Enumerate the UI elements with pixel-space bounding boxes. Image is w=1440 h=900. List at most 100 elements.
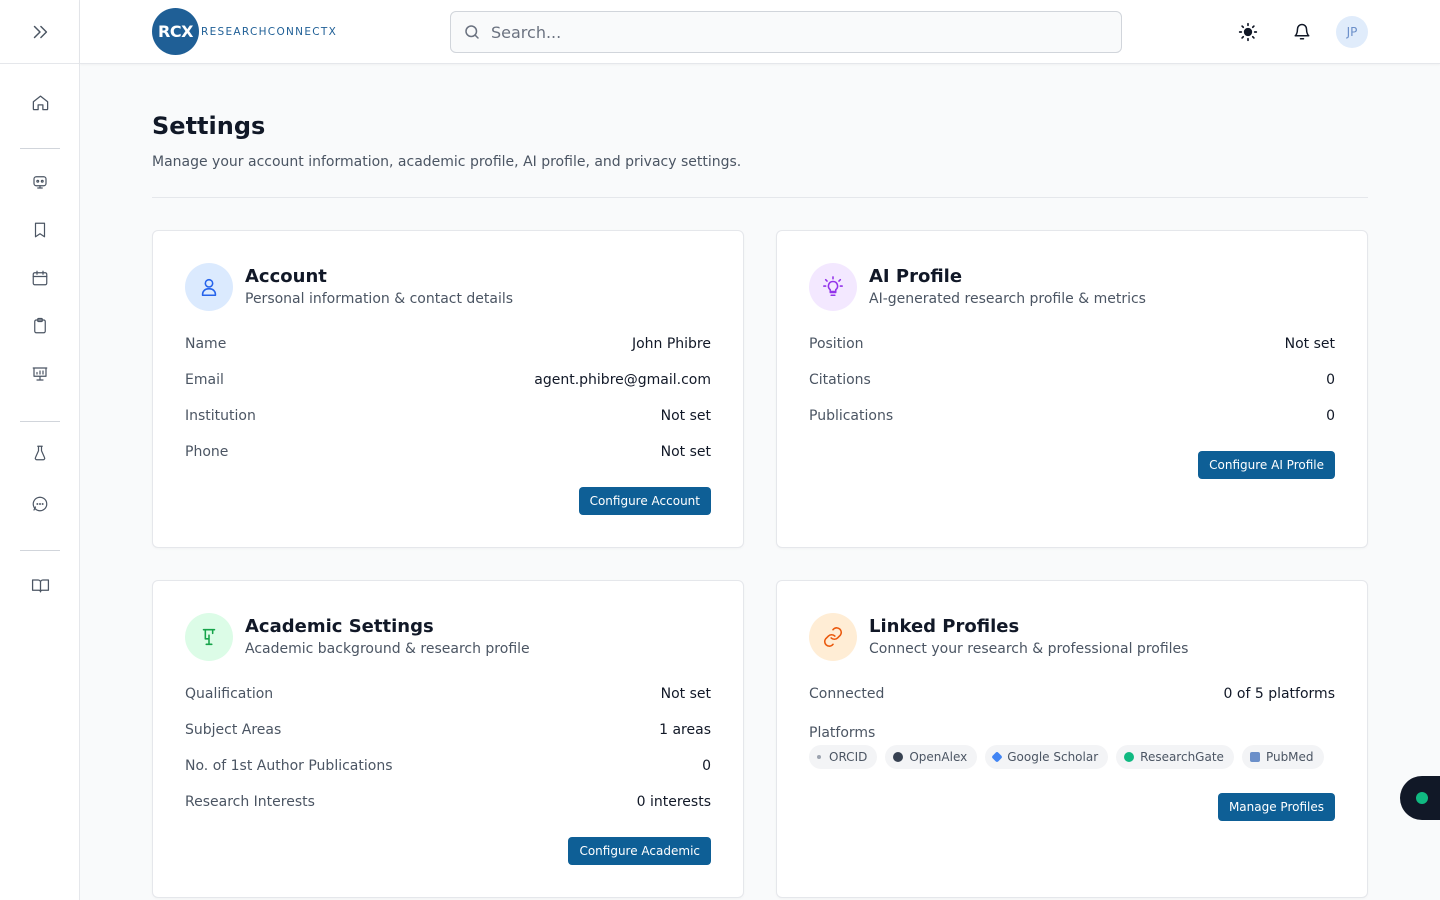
calendar-icon <box>32 270 48 286</box>
account-row-email: Email agent.phibre@gmail.com <box>185 372 711 392</box>
google-scholar-icon <box>991 751 1003 763</box>
platform-chips: ORCID OpenAlex Google Scholar ResearchGa… <box>809 745 1324 769</box>
online-status-dot <box>1416 792 1428 804</box>
search-input[interactable] <box>491 22 1091 42</box>
row-label: Subject Areas <box>185 722 282 738</box>
platform-chip-pubmed[interactable]: PubMed <box>1241 745 1324 769</box>
graduation-icon <box>202 628 216 646</box>
sidebar-item-tasks[interactable] <box>0 306 80 346</box>
logo-wordmark: RESEARCHCONNECTX <box>201 25 338 38</box>
sidebar-item-lab[interactable] <box>0 433 80 473</box>
sidebar-toggle-button[interactable] <box>0 0 79 64</box>
openalex-icon <box>893 752 904 762</box>
platform-name: ResearchGate <box>1140 750 1224 764</box>
linked-card-icon <box>809 613 857 661</box>
search-bar[interactable] <box>450 11 1122 53</box>
ai-profile-card: AI Profile AI-generated research profile… <box>776 230 1368 548</box>
clipboard-icon <box>34 317 46 334</box>
card-description: Connect your research & professional pro… <box>869 641 1189 657</box>
theme-toggle-button[interactable] <box>1233 17 1263 47</box>
configure-account-button[interactable]: Configure Account <box>578 487 711 515</box>
presentation-icon <box>32 367 48 381</box>
sidebar-item-home[interactable] <box>0 82 80 122</box>
ai-row-publications: Publications 0 <box>809 408 1335 428</box>
heading-divider <box>152 197 1368 198</box>
sidebar-item-assistant[interactable] <box>0 162 80 202</box>
academic-settings-card: Academic Settings Academic background & … <box>152 580 744 898</box>
brand-logo[interactable]: RCX RESEARCHCONNECTX <box>152 8 337 55</box>
row-value: Not set <box>660 444 711 460</box>
sidebar-item-presentations[interactable] <box>0 354 80 394</box>
platform-name: PubMed <box>1265 750 1314 764</box>
academic-row-research-interests: Research Interests 0 interests <box>185 794 711 814</box>
manage-profiles-button[interactable]: Manage Profiles <box>1217 793 1335 821</box>
flask-icon <box>34 445 46 461</box>
chat-widget-button[interactable] <box>1400 776 1440 820</box>
row-label: Email <box>185 372 224 388</box>
page-subtitle: Manage your account information, academi… <box>152 154 742 170</box>
academic-row-first-author-pubs: No. of 1st Author Publications 0 <box>185 758 711 778</box>
academic-row-qualification: Qualification Not set <box>185 686 711 706</box>
ai-row-citations: Citations 0 <box>809 372 1335 392</box>
row-value: 0 of 5 platforms <box>1223 686 1335 702</box>
row-label: Position <box>809 336 864 352</box>
row-label: No. of 1st Author Publications <box>185 758 393 774</box>
sun-icon <box>1238 22 1258 42</box>
row-label: Citations <box>809 372 871 388</box>
home-icon <box>32 95 48 110</box>
platform-chip-orcid[interactable]: ORCID <box>809 745 878 769</box>
sidebar-divider <box>20 550 60 551</box>
row-value: 1 areas <box>659 722 711 738</box>
row-label: Connected <box>809 686 885 702</box>
linked-profiles-card: Linked Profiles Connect your research & … <box>776 580 1368 898</box>
row-label: Publications <box>809 408 894 424</box>
platform-chip-openalex[interactable]: OpenAlex <box>885 745 978 769</box>
user-icon <box>201 278 217 297</box>
search-icon <box>465 25 479 39</box>
orcid-icon <box>817 755 821 759</box>
account-row-name: Name John Phibre <box>185 336 711 356</box>
row-value: Not set <box>660 408 711 424</box>
academic-card-icon <box>185 613 233 661</box>
card-description: AI-generated research profile & metrics <box>869 291 1146 307</box>
platforms-label: Platforms <box>809 725 876 741</box>
account-row-phone: Phone Not set <box>185 444 711 464</box>
user-avatar[interactable]: JP <box>1336 16 1368 48</box>
chevrons-right-icon <box>33 25 47 38</box>
row-label: Research Interests <box>185 794 315 810</box>
ai-profile-card-icon <box>809 263 857 311</box>
card-title: Account <box>245 266 327 287</box>
linked-row-connected: Connected 0 of 5 platforms <box>809 686 1335 706</box>
lightbulb-icon <box>823 276 843 297</box>
row-value: Not set <box>1284 336 1335 352</box>
bookmark-icon <box>34 222 46 238</box>
row-label: Phone <box>185 444 229 460</box>
platform-chip-researchgate[interactable]: ResearchGate <box>1116 745 1234 769</box>
configure-ai-profile-button[interactable]: Configure AI Profile <box>1198 451 1335 479</box>
link-icon <box>823 627 843 647</box>
row-label: Institution <box>185 408 256 424</box>
card-description: Academic background & research profile <box>245 641 530 657</box>
notifications-button[interactable] <box>1287 17 1317 47</box>
academic-row-subject-areas: Subject Areas 1 areas <box>185 722 711 742</box>
account-card-icon <box>185 263 233 311</box>
researchgate-icon <box>1124 752 1135 762</box>
row-value: Not set <box>660 686 711 702</box>
card-title: AI Profile <box>869 266 963 287</box>
sidebar-item-calendar[interactable] <box>0 258 80 298</box>
row-value: 0 <box>702 758 711 774</box>
platform-name: ORCID <box>829 750 868 764</box>
configure-academic-button[interactable]: Configure Academic <box>568 837 711 865</box>
card-title: Linked Profiles <box>869 616 1020 637</box>
book-open-icon <box>31 578 49 592</box>
sidebar-item-library[interactable] <box>0 565 80 605</box>
sidebar-item-messages[interactable] <box>0 484 80 524</box>
sidebar <box>0 0 80 900</box>
platform-chip-google-scholar[interactable]: Google Scholar <box>985 745 1109 769</box>
row-label: Qualification <box>185 686 274 702</box>
row-label: Name <box>185 336 227 352</box>
row-value: 0 interests <box>636 794 711 810</box>
row-value: agent.phibre@gmail.com <box>534 372 711 388</box>
top-header: RCX RESEARCHCONNECTX JP <box>80 0 1440 64</box>
sidebar-item-bookmarks[interactable] <box>0 210 80 250</box>
